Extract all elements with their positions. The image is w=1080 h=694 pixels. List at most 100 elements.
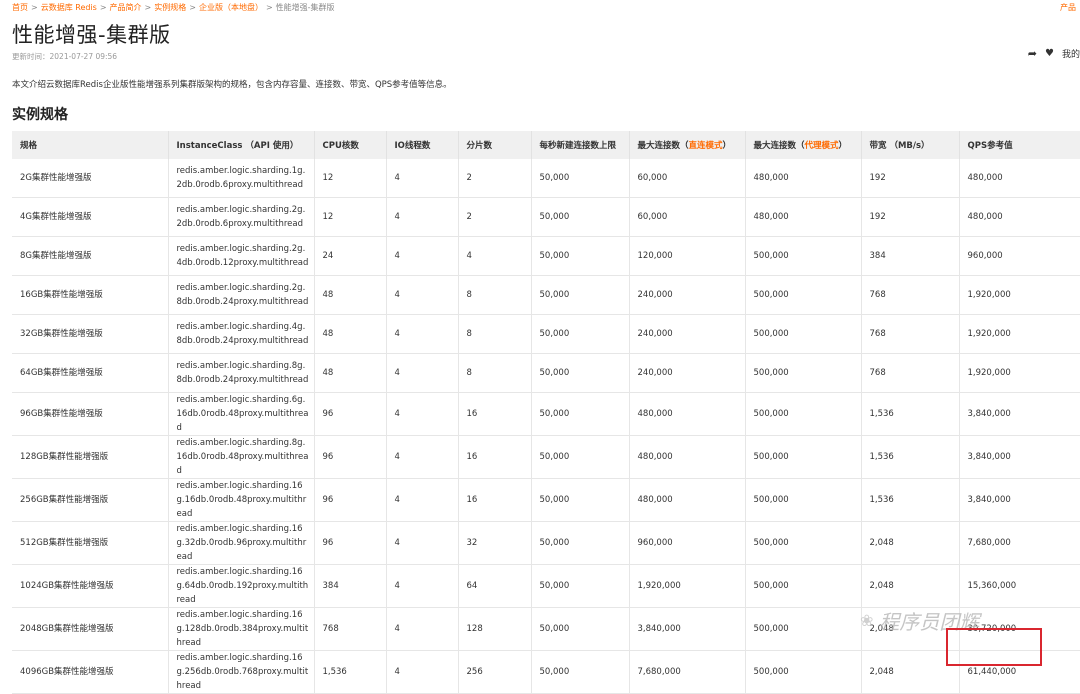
table-row: 64GB集群性能增强版 redis.amber.logic.sharding.8g… xyxy=(12,353,1080,393)
cell-spec: 512GB集群性能增强版 xyxy=(12,521,169,565)
col-max-conn-proxy-label: 最大连接数（ xyxy=(753,141,805,151)
table-row: 16GB集群性能增强版 redis.amber.logic.sharding.2g… xyxy=(12,275,1080,315)
cell-spec: 64GB集群性能增强版 xyxy=(12,353,169,393)
col-max-conn-proxy-close: ） xyxy=(838,141,848,151)
cell-shards: 4 xyxy=(458,236,532,276)
col-qps: QPS参考值 xyxy=(959,131,1080,159)
cell-cpu: 96 xyxy=(314,478,387,522)
cell-shards: 2 xyxy=(458,197,532,237)
my-favorites-link[interactable]: 我的 xyxy=(1062,47,1080,60)
cell-io-threads: 4 xyxy=(386,564,459,608)
cell-max-conn-direct: 480,000 xyxy=(629,435,746,479)
cell-io-threads: 4 xyxy=(386,159,459,198)
breadcrumb-current: 性能增强-集群版 xyxy=(275,3,335,12)
cell-qps: 3,840,000 xyxy=(959,392,1080,436)
direct-mode-link[interactable]: 直连模式 xyxy=(689,141,723,151)
cell-instance-class: redis.amber.logic.sharding.1g.2db.0rodb.… xyxy=(168,159,315,198)
cell-max-conn-direct: 1,920,000 xyxy=(629,564,746,608)
cell-io-threads: 4 xyxy=(386,392,459,436)
table-row: 1024GB集群性能增强版 redis.amber.logic.sharding.… xyxy=(12,564,1080,608)
breadcrumb-redis[interactable]: 云数据库 Redis xyxy=(41,3,97,12)
highlight-box xyxy=(946,628,1042,666)
cell-max-conn-proxy: 500,000 xyxy=(745,392,862,436)
cell-bandwidth: 768 xyxy=(861,314,960,354)
cell-instance-class: redis.amber.logic.sharding.6g.16db.0rodb… xyxy=(168,392,315,436)
cell-bandwidth: 2,048 xyxy=(861,650,960,694)
cell-new-conn: 50,000 xyxy=(531,197,630,237)
cell-shards: 16 xyxy=(458,435,532,479)
cell-max-conn-direct: 480,000 xyxy=(629,392,746,436)
proxy-mode-link[interactable]: 代理模式 xyxy=(805,141,839,151)
cell-io-threads: 4 xyxy=(386,607,459,651)
product-link[interactable]: 产品 xyxy=(1060,2,1076,13)
cell-bandwidth: 1,536 xyxy=(861,392,960,436)
cell-instance-class: redis.amber.logic.sharding.2g.4db.0rodb.… xyxy=(168,236,315,276)
cell-bandwidth: 1,536 xyxy=(861,478,960,522)
col-bandwidth: 带宽 （MB/s） xyxy=(861,131,960,159)
cell-shards: 64 xyxy=(458,564,532,608)
cell-bandwidth: 2,048 xyxy=(861,564,960,608)
cell-shards: 16 xyxy=(458,392,532,436)
cell-max-conn-direct: 240,000 xyxy=(629,314,746,354)
cell-new-conn: 50,000 xyxy=(531,275,630,315)
breadcrumb-instance-spec[interactable]: 实例规格 xyxy=(154,3,186,12)
cell-cpu: 48 xyxy=(314,314,387,354)
cell-shards: 256 xyxy=(458,650,532,694)
cell-instance-class: redis.amber.logic.sharding.16g.256db.0ro… xyxy=(168,650,315,694)
cell-cpu: 768 xyxy=(314,607,387,651)
table-row: 8G集群性能增强版 redis.amber.logic.sharding.2g.4… xyxy=(12,236,1080,276)
col-spec: 规格 xyxy=(12,131,169,159)
cell-spec: 128GB集群性能增强版 xyxy=(12,435,169,479)
cell-instance-class: redis.amber.logic.sharding.16g.64db.0rod… xyxy=(168,564,315,608)
breadcrumb-product-intro[interactable]: 产品简介 xyxy=(110,3,142,12)
table-row: 512GB集群性能增强版 redis.amber.logic.sharding.1… xyxy=(12,521,1080,565)
cell-spec: 2G集群性能增强版 xyxy=(12,159,169,198)
cell-bandwidth: 192 xyxy=(861,197,960,237)
table-header-row: 规格 InstanceClass （API 使用） CPU核数 IO线程数 分片… xyxy=(12,131,1080,159)
share-icon[interactable]: ➦ xyxy=(1028,47,1037,60)
cell-max-conn-direct: 120,000 xyxy=(629,236,746,276)
cell-bandwidth: 192 xyxy=(861,159,960,198)
cell-cpu: 24 xyxy=(314,236,387,276)
spec-table: 规格 InstanceClass （API 使用） CPU核数 IO线程数 分片… xyxy=(12,131,1080,694)
cell-qps: 1,920,000 xyxy=(959,275,1080,315)
table-row: 32GB集群性能增强版 redis.amber.logic.sharding.4g… xyxy=(12,314,1080,354)
cell-max-conn-proxy: 500,000 xyxy=(745,607,862,651)
cell-cpu: 1,536 xyxy=(314,650,387,694)
cell-bandwidth: 768 xyxy=(861,353,960,393)
cell-max-conn-direct: 240,000 xyxy=(629,275,746,315)
cell-io-threads: 4 xyxy=(386,236,459,276)
cell-spec: 96GB集群性能增强版 xyxy=(12,392,169,436)
update-time: 更新时间：2021-07-27 09:56 xyxy=(12,52,118,61)
cell-io-threads: 4 xyxy=(386,478,459,522)
col-max-conn-direct-close: ） xyxy=(722,141,732,151)
col-shards: 分片数 xyxy=(458,131,532,159)
cell-max-conn-proxy: 500,000 xyxy=(745,275,862,315)
cell-new-conn: 50,000 xyxy=(531,607,630,651)
cell-qps: 1,920,000 xyxy=(959,353,1080,393)
cell-spec: 16GB集群性能增强版 xyxy=(12,275,169,315)
favorite-icon[interactable]: ♥ xyxy=(1045,48,1054,59)
cell-cpu: 12 xyxy=(314,197,387,237)
cell-max-conn-direct: 60,000 xyxy=(629,159,746,198)
table-row: 256GB集群性能增强版 redis.amber.logic.sharding.1… xyxy=(12,478,1080,522)
cell-instance-class: redis.amber.logic.sharding.2g.2db.0rodb.… xyxy=(168,197,315,237)
cell-io-threads: 4 xyxy=(386,521,459,565)
breadcrumb-enterprise-local[interactable]: 企业版（本地盘） xyxy=(199,3,263,12)
cell-cpu: 96 xyxy=(314,392,387,436)
cell-io-threads: 4 xyxy=(386,197,459,237)
cell-max-conn-direct: 480,000 xyxy=(629,478,746,522)
cell-bandwidth: 768 xyxy=(861,275,960,315)
cell-shards: 8 xyxy=(458,275,532,315)
cell-new-conn: 50,000 xyxy=(531,564,630,608)
cell-io-threads: 4 xyxy=(386,353,459,393)
cell-shards: 32 xyxy=(458,521,532,565)
cell-spec: 2048GB集群性能增强版 xyxy=(12,607,169,651)
cell-max-conn-direct: 7,680,000 xyxy=(629,650,746,694)
cell-max-conn-proxy: 500,000 xyxy=(745,236,862,276)
col-cpu: CPU核数 xyxy=(314,131,387,159)
table-row: 128GB集群性能增强版 redis.amber.logic.sharding.8… xyxy=(12,435,1080,479)
breadcrumb-home[interactable]: 首页 xyxy=(12,3,28,12)
cell-qps: 15,360,000 xyxy=(959,564,1080,608)
cell-new-conn: 50,000 xyxy=(531,650,630,694)
